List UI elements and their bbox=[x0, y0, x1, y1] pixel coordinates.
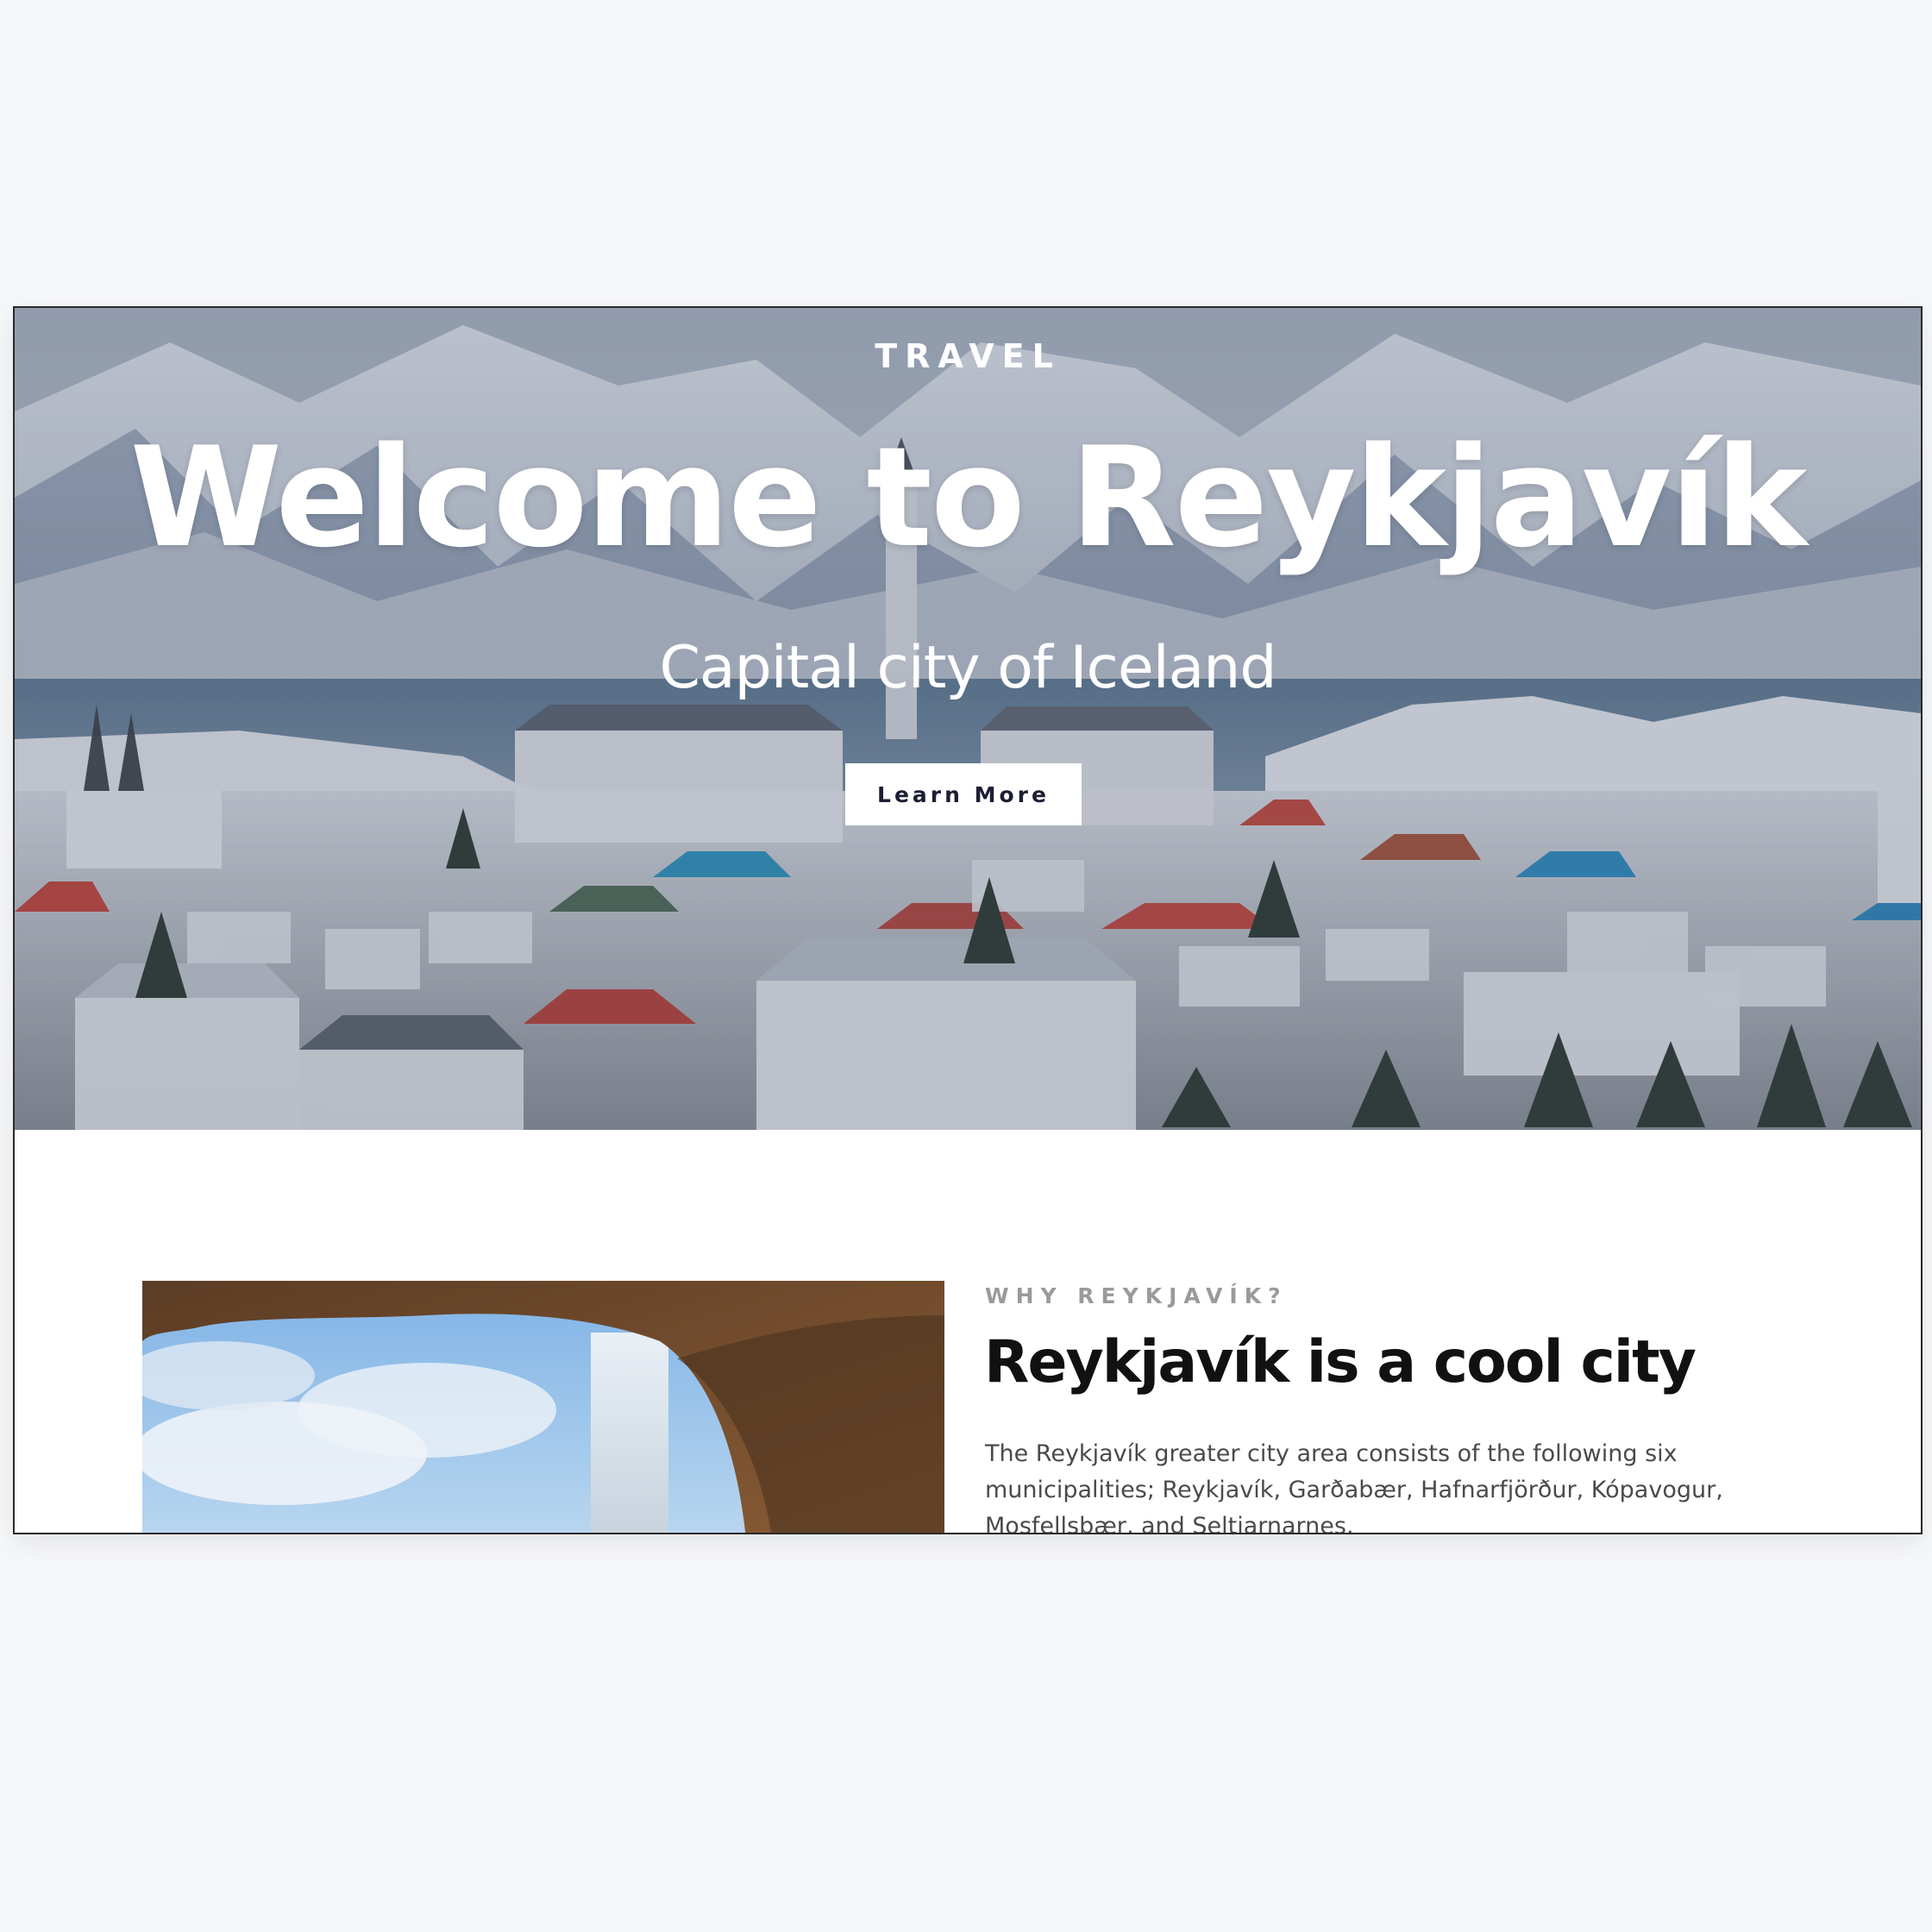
hero-section: TRAVEL Welcome to Reykjavík Capital city… bbox=[15, 308, 1921, 1130]
hero-eyebrow: TRAVEL bbox=[875, 337, 1061, 375]
waterfall-cave-illustration bbox=[142, 1281, 944, 1533]
section-kicker: WHY REYKJAVÍK? bbox=[985, 1283, 1288, 1308]
browser-viewport: TRAVEL Welcome to Reykjavík Capital city… bbox=[13, 306, 1923, 1534]
section-headline: Reykjavík is a cool city bbox=[984, 1328, 1697, 1396]
waterfall-cave-image bbox=[142, 1281, 944, 1533]
hero-title: Welcome to Reykjavík bbox=[129, 417, 1808, 578]
section-body-text: The Reykjavík greater city area consists… bbox=[985, 1440, 1723, 1534]
learn-more-button[interactable]: Learn More bbox=[845, 763, 1082, 825]
hero-subtitle: Capital city of Iceland bbox=[659, 634, 1276, 702]
why-reykjavik-section: WHY REYKJAVÍK? Reykjavík is a cool city … bbox=[15, 1130, 1921, 1533]
